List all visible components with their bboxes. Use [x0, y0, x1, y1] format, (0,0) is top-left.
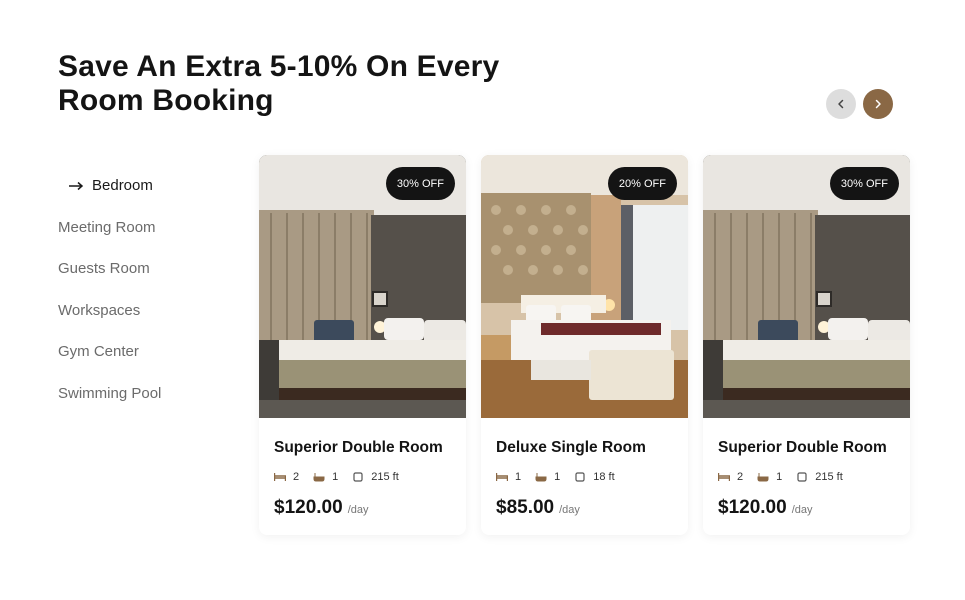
price-unit: /day — [559, 504, 580, 516]
category-swimming-pool[interactable]: Swimming Pool — [58, 373, 248, 415]
category-label: Meeting Room — [58, 218, 156, 236]
beds-count: 1 — [496, 471, 521, 483]
category-label: Swimming Pool — [58, 384, 162, 402]
room-amenities: 1 1 18 ft — [496, 471, 629, 483]
beds-value: 2 — [737, 471, 744, 483]
discount-badge: 30% OFF — [829, 167, 899, 200]
baths-value: 1 — [776, 471, 783, 483]
bed-icon — [718, 473, 730, 481]
room-area: 215 ft — [796, 471, 843, 483]
room-price: $120.00 /day — [718, 497, 812, 519]
chevron-left-icon — [838, 99, 844, 109]
carousel-prev-button[interactable] — [826, 89, 856, 119]
discount-badge: 30% OFF — [385, 167, 455, 200]
room-photo: 20% OFF — [481, 155, 688, 418]
baths-count: 1 — [757, 471, 782, 483]
area-icon — [797, 472, 807, 482]
room-title[interactable]: Deluxe Single Room — [496, 439, 646, 457]
category-bedroom[interactable]: Bedroom — [58, 165, 248, 207]
room-photo: 30% OFF — [703, 155, 910, 418]
room-price: $120.00 /day — [274, 497, 368, 519]
baths-value: 1 — [332, 471, 339, 483]
bathtub-icon — [535, 473, 547, 482]
beds-count: 2 — [718, 471, 743, 483]
room-amenities: 2 1 215 ft — [718, 471, 857, 483]
discount-badge: 20% OFF — [607, 167, 677, 200]
heading-line-1: Save An Extra 5-10% On Every — [58, 50, 500, 83]
room-amenities: 2 1 215 ft — [274, 471, 413, 483]
chevron-right-icon — [875, 99, 881, 109]
baths-count: 1 — [535, 471, 560, 483]
category-list: Bedroom Meeting Room Guests Room Workspa… — [58, 165, 248, 414]
beds-value: 1 — [515, 471, 522, 483]
arrow-right-icon — [69, 181, 84, 190]
area-value: 18 ft — [593, 471, 615, 483]
area-icon — [575, 472, 585, 482]
category-label: Bedroom — [92, 177, 153, 195]
room-photo: 30% OFF — [259, 155, 466, 418]
room-title[interactable]: Superior Double Room — [274, 439, 443, 457]
category-guests-room[interactable]: Guests Room — [58, 248, 248, 290]
area-value: 215 ft — [815, 471, 843, 483]
bathtub-icon — [313, 473, 325, 482]
room-card[interactable]: 30% OFF Superior Double Room 2 1 215 ft … — [259, 155, 466, 535]
bathtub-icon — [757, 473, 769, 482]
category-meeting-room[interactable]: Meeting Room — [58, 207, 248, 249]
heading-line-2: Room Booking — [58, 84, 274, 117]
bed-icon — [496, 473, 508, 481]
category-workspaces[interactable]: Workspaces — [58, 290, 248, 332]
beds-value: 2 — [293, 471, 300, 483]
price-value: $120.00 — [274, 497, 343, 518]
price-unit: /day — [791, 504, 813, 516]
bed-icon — [274, 473, 286, 481]
room-card[interactable]: 30% OFF Superior Double Room 2 1 215 ft … — [703, 155, 910, 535]
room-area: 215 ft — [352, 471, 399, 483]
category-label: Gym Center — [58, 343, 139, 361]
category-label: Guests Room — [58, 260, 150, 278]
carousel-next-button[interactable] — [863, 89, 893, 119]
area-value: 215 ft — [371, 471, 399, 483]
category-label: Workspaces — [58, 301, 141, 319]
room-area: 18 ft — [574, 471, 615, 483]
category-gym-center[interactable]: Gym Center — [58, 331, 248, 373]
beds-count: 2 — [274, 471, 299, 483]
section-heading: Save An Extra 5-10% On Every Room Bookin… — [58, 50, 518, 118]
room-title[interactable]: Superior Double Room — [718, 439, 887, 457]
price-value: $85.00 — [496, 497, 555, 518]
baths-value: 1 — [554, 471, 561, 483]
baths-count: 1 — [313, 471, 338, 483]
room-card[interactable]: 20% OFF Deluxe Single Room 1 1 18 ft $85… — [481, 155, 688, 535]
price-unit: /day — [347, 504, 369, 516]
room-price: $85.00 /day — [496, 497, 580, 519]
area-icon — [353, 472, 363, 482]
price-value: $120.00 — [718, 497, 787, 518]
